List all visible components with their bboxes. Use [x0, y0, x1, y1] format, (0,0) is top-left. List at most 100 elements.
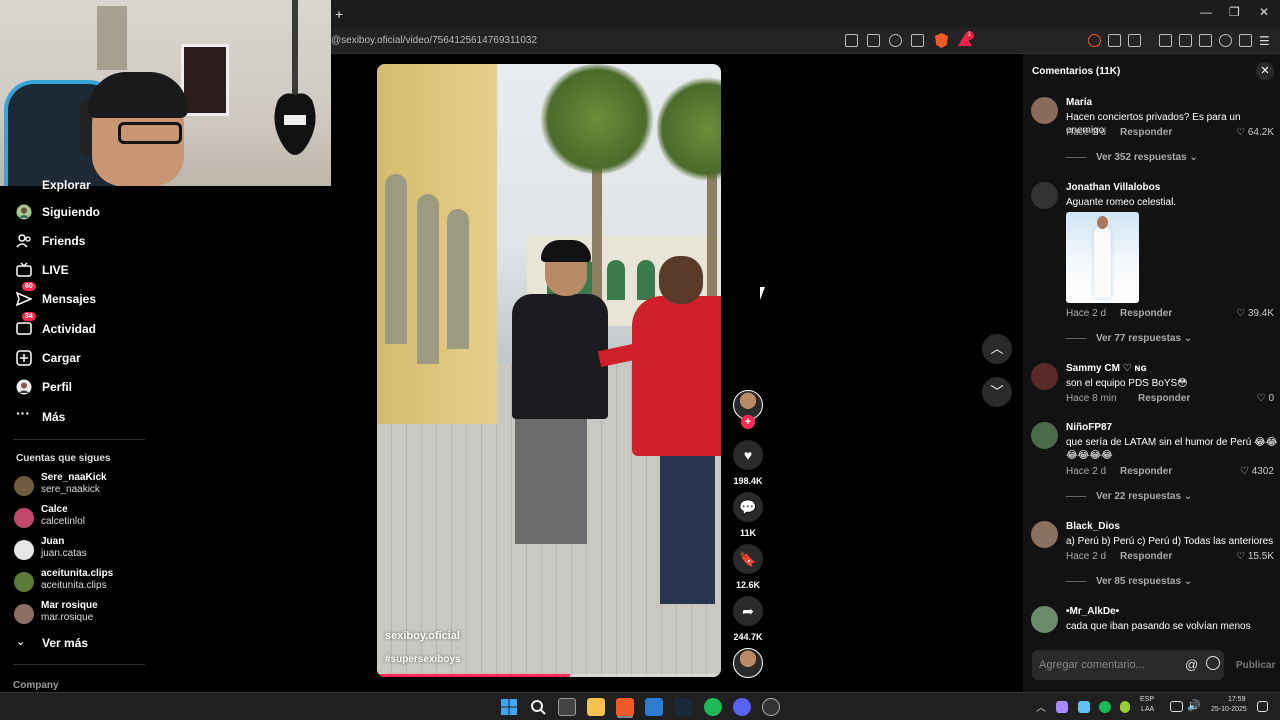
comment-username[interactable]: Jonathan Villalobos [1066, 182, 1160, 193]
translate-icon[interactable] [889, 34, 902, 47]
menu-icon[interactable]: ☰ [1259, 34, 1270, 48]
language-indicator[interactable]: ESP [1140, 696, 1154, 703]
sidebar-icon[interactable] [1179, 34, 1192, 47]
keyboard-layout[interactable]: LAA [1141, 706, 1154, 713]
sidebar-item-friends[interactable]: Friends [16, 232, 156, 252]
sound-avatar[interactable] [733, 648, 763, 678]
save-button[interactable]: 🔖 [733, 544, 763, 574]
minimize-button[interactable]: — [1200, 5, 1212, 19]
publish-button[interactable]: Publicar [1236, 660, 1275, 671]
sidebar-item-siguiendo[interactable]: Siguiendo [16, 203, 156, 223]
discord-icon[interactable] [733, 698, 751, 716]
comment-like-button[interactable]: ♡ 39.4K [1236, 308, 1274, 319]
comment-like-button[interactable]: ♡ 64.2K [1236, 127, 1274, 138]
extension-icon[interactable] [1088, 34, 1101, 47]
sidebar-item-live[interactable]: LIVE [16, 261, 156, 281]
comment-like-button[interactable]: ♡ 0 [1256, 393, 1274, 404]
screenshot-icon[interactable] [1128, 34, 1141, 47]
sidebar-item-explorar[interactable]: Explorar [16, 176, 156, 196]
following-account[interactable]: Juan juan.catas [14, 536, 154, 566]
tray-steam-icon[interactable] [1078, 701, 1090, 713]
avatar[interactable] [1031, 521, 1058, 548]
comment-input[interactable] [1039, 657, 1179, 673]
vpn-icon[interactable] [1239, 34, 1252, 47]
sidebar-item-perfil[interactable]: Perfil [16, 378, 156, 398]
like-button[interactable]: ♥ [733, 440, 763, 470]
see-more-button[interactable]: ⌄ Ver más [16, 634, 156, 654]
view-replies-button[interactable]: Ver 352 respuestas ⌄ [1066, 152, 1198, 163]
reply-button[interactable]: Responder [1120, 551, 1172, 562]
view-replies-button[interactable]: Ver 77 respuestas ⌄ [1066, 333, 1192, 344]
avatar[interactable] [1031, 97, 1058, 124]
brave-shields-icon[interactable] [935, 33, 948, 48]
search-icon[interactable] [529, 698, 547, 716]
comment-like-button[interactable]: ♡ 4302 [1240, 466, 1274, 477]
cast-icon[interactable] [867, 34, 880, 47]
clock-time[interactable]: 17:59 [1228, 696, 1246, 703]
reply-button[interactable]: Responder [1138, 393, 1190, 404]
following-account[interactable]: Calce calcetinlol [14, 504, 154, 534]
video-author[interactable]: sexiboy.oficial [385, 630, 460, 642]
notifications-icon[interactable] [1257, 701, 1268, 712]
puzzle-icon[interactable] [1108, 34, 1121, 47]
comment-username[interactable]: María [1066, 97, 1092, 108]
url-text[interactable]: @sexiboy.oficial/video/75641256147693110… [331, 35, 537, 46]
microphone-icon[interactable] [1120, 701, 1130, 713]
reply-button[interactable]: Responder [1120, 466, 1172, 477]
emoji-icon[interactable] [1206, 656, 1220, 670]
obs-icon[interactable] [762, 698, 780, 716]
following-account[interactable]: Sere_naaKick sere_naakick [14, 472, 154, 502]
comment-username[interactable]: Sammy CM ♡ ɴɢ [1066, 363, 1146, 374]
sidebar-item-cargar[interactable]: Cargar [16, 349, 156, 369]
sidebar-item-mensajes[interactable]: 60 Mensajes [16, 282, 156, 310]
photos-app-icon[interactable] [645, 698, 663, 716]
video-hashtag[interactable]: #supersexiboys [385, 654, 461, 665]
share-button[interactable]: ➦ [733, 596, 763, 626]
windows-start-icon[interactable] [500, 698, 518, 716]
avatar[interactable] [1031, 363, 1058, 390]
view-replies-button[interactable]: Ver 22 respuestas ⌄ [1066, 491, 1192, 502]
leo-icon[interactable] [1219, 34, 1232, 47]
avatar[interactable] [1031, 606, 1058, 633]
share-icon[interactable] [911, 34, 924, 47]
reader-icon[interactable] [845, 34, 858, 47]
steam-icon[interactable] [674, 698, 692, 716]
wallet-icon[interactable] [1199, 34, 1212, 47]
task-view-icon[interactable] [558, 698, 576, 716]
sidebar-item-mas[interactable]: ··· Más [16, 406, 156, 428]
mention-button[interactable]: @ [1185, 657, 1198, 672]
close-window-button[interactable]: ✕ [1259, 5, 1269, 19]
tray-status-icon[interactable] [1099, 701, 1111, 713]
brave-browser-icon[interactable] [616, 698, 634, 716]
volume-icon[interactable]: 🔊 [1187, 699, 1201, 712]
video-player[interactable]: sexiboy.oficial #supersexiboys [377, 64, 721, 677]
sidebar-item-actividad[interactable]: 34 Actividad [16, 312, 156, 340]
spotify-icon[interactable] [704, 698, 722, 716]
tray-overflow-icon[interactable]: ︿ [1036, 699, 1046, 714]
avatar[interactable] [1031, 422, 1058, 449]
next-video-button[interactable]: ﹀ [982, 377, 1012, 407]
reply-button[interactable]: Responder [1120, 127, 1172, 138]
avatar[interactable] [1031, 182, 1058, 209]
video-progress-bar[interactable] [377, 674, 721, 677]
comment-button[interactable]: 💬 [733, 492, 763, 522]
music-icon[interactable] [1159, 34, 1172, 47]
comment-username[interactable]: NiñoFP87 [1066, 422, 1112, 433]
previous-video-button[interactable]: ︿ [982, 334, 1012, 364]
company-link[interactable]: Company [13, 680, 59, 691]
follow-plus-icon[interactable]: + [741, 415, 755, 429]
file-explorer-icon[interactable] [587, 698, 605, 716]
comment-like-button[interactable]: ♡ 15.5K [1236, 551, 1274, 562]
close-comments-button[interactable]: ✕ [1256, 62, 1274, 80]
clock-date[interactable]: 25-10-2025 [1211, 706, 1247, 713]
tray-app-icon[interactable] [1056, 701, 1068, 713]
view-replies-button[interactable]: Ver 85 respuestas ⌄ [1066, 576, 1192, 587]
comment-username[interactable]: Black_Dios [1066, 521, 1120, 532]
maximize-button[interactable]: ❐ [1229, 5, 1240, 19]
comment-username[interactable]: •Mr_AlkDe• [1066, 606, 1119, 617]
comment-image[interactable] [1066, 212, 1139, 303]
new-tab-button[interactable]: + [335, 6, 343, 22]
network-icon[interactable] [1170, 701, 1183, 712]
following-account[interactable]: Mar rosique mar.rosique [14, 600, 154, 630]
reply-button[interactable]: Responder [1120, 308, 1172, 319]
